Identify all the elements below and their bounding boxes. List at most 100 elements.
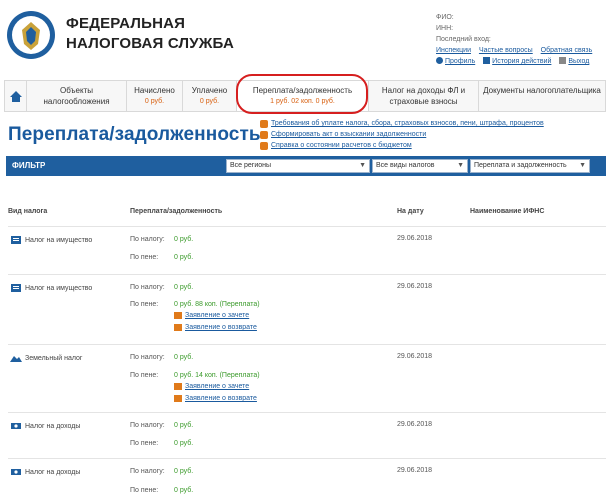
profile-link[interactable]: Профиль (445, 58, 475, 65)
tab-objects[interactable]: Объекты налогообложения (27, 81, 127, 111)
balance-date: 29.06.2018 (397, 235, 433, 242)
chevron-down-icon: ▼ (457, 162, 464, 169)
tax-value: 0 руб. (174, 236, 194, 243)
tab-objects-label: Объекты налогообложения (43, 86, 110, 106)
tab-paid-value: 0 руб. (199, 98, 220, 105)
brand-line-2: НАЛОГОВАЯ СЛУЖБА (66, 35, 234, 52)
tab-overpayment-value: 1 руб. 02 коп. 0 руб. (270, 98, 335, 105)
income-icon (11, 423, 21, 429)
refund-action[interactable]: Заявление о возврате (174, 395, 257, 402)
tax-name: Налог на имущество (25, 236, 93, 244)
tax-value: 0 руб. (174, 468, 194, 475)
tab-charged[interactable]: Начислено 0 руб. (127, 81, 183, 111)
tax-type-select-value: Все виды налогов (376, 162, 435, 169)
table-header: Вид налога Переплата/задолженность На да… (0, 208, 610, 220)
user-info: ФИО: ИНН: Последний вход: Инспекции Част… (436, 12, 606, 67)
filter-bar: ФИЛЬТР Все регионы ▼ Все виды налогов ▼ … (6, 156, 606, 176)
tax-label: По налогу: (130, 236, 165, 243)
tab-charged-value: 0 руб. (144, 98, 165, 105)
history-link[interactable]: История действий (492, 58, 551, 65)
table-row: Налог на доходы 29.06.2018 По налогу: 0 р… (8, 412, 606, 456)
offset-icon (174, 312, 182, 319)
feedback-link[interactable]: Обратная связь (541, 47, 593, 54)
property-icon (11, 236, 21, 244)
tax-label: По налогу: (130, 354, 165, 361)
property-icon (11, 284, 21, 292)
offset-action-label: Заявление о зачете (185, 312, 250, 319)
balance-type-select[interactable]: Переплата и задолженность ▼ (470, 159, 590, 173)
page-title: Переплата/задолженность (8, 124, 261, 145)
requirements-link[interactable]: Требования об уплате налога, сбора, стра… (271, 118, 544, 129)
fio-label: ФИО: (436, 14, 454, 21)
inspections-link[interactable]: Инспекции (436, 47, 471, 54)
penalty-label: По пене: (130, 301, 159, 308)
chevron-down-icon: ▼ (359, 162, 366, 169)
penalty-value: 0 руб. (174, 440, 194, 447)
tax-type-select[interactable]: Все виды налогов ▼ (372, 159, 468, 173)
offset-action[interactable]: Заявление о зачете (174, 312, 249, 319)
offset-icon (174, 383, 182, 390)
tab-paid-label: Уплачено (191, 86, 228, 95)
tax-name: Налог на доходы (25, 468, 81, 476)
table-row: Налог на доходы 29.06.2018 По налогу: 0 р… (8, 458, 606, 500)
penalty-label: По пене: (130, 254, 159, 261)
tab-overpayment[interactable]: Переплата/задолженность 1 руб. 02 коп. 0… (237, 81, 369, 111)
fns-emblem-icon[interactable] (6, 8, 56, 62)
last-login-label: Последний вход: (436, 36, 491, 43)
tab-overpayment-label: Переплата/задолженность (252, 86, 353, 95)
brand-title[interactable]: ФЕДЕРАЛЬНАЯ НАЛОГОВАЯ СЛУЖБА (66, 14, 234, 54)
table-row: Земельный налог 29.06.2018 По налогу: 0 р… (8, 344, 606, 408)
balance-date: 29.06.2018 (397, 421, 433, 428)
land-icon (10, 356, 22, 362)
refund-action[interactable]: Заявление о возврате (174, 324, 257, 331)
refund-icon (174, 324, 182, 331)
region-select-value: Все регионы (230, 162, 272, 169)
tax-value: 0 руб. (174, 284, 194, 291)
site-header: ФЕДЕРАЛЬНАЯ НАЛОГОВАЯ СЛУЖБА ФИО: ИНН: П… (0, 0, 610, 76)
balance-date: 29.06.2018 (397, 467, 433, 474)
refund-action-label: Заявление о возврате (185, 324, 257, 331)
tab-income-tax[interactable]: Налог на доходы ФЛ и страховые взносы (369, 81, 479, 111)
income-icon (11, 469, 21, 475)
penalty-value: 0 руб. (174, 254, 194, 261)
tab-documents[interactable]: Документы налогоплательщика (479, 81, 605, 111)
tab-income-tax-label: Налог на доходы ФЛ и страховые взносы (381, 86, 466, 106)
penalty-label: По пене: (130, 372, 159, 379)
offset-action[interactable]: Заявление о зачете (174, 383, 249, 390)
col-balance: Переплата/задолженность (130, 208, 223, 215)
profile-icon (436, 57, 443, 64)
tax-value: 0 руб. (174, 422, 194, 429)
faq-link[interactable]: Частые вопросы (479, 47, 533, 54)
certificate-icon (260, 141, 268, 150)
history-icon (483, 57, 491, 64)
refund-icon (174, 395, 182, 402)
col-ifns: Наименование ИФНС (470, 208, 545, 215)
tab-paid[interactable]: Уплачено 0 руб. (183, 81, 237, 111)
penalty-label: По пене: (130, 440, 159, 447)
balance-type-select-value: Переплата и задолженность (474, 162, 567, 169)
logout-icon (559, 57, 567, 64)
tab-documents-label: Документы налогоплательщика (483, 86, 601, 95)
certificate-link[interactable]: Справка о состоянии расчетов с бюджетом (271, 140, 412, 151)
tab-charged-label: Начислено (134, 86, 175, 95)
tax-name: Налог на доходы (25, 422, 81, 430)
col-date: На дату (397, 208, 424, 215)
act-link[interactable]: Сформировать акт о взыскании задолженнос… (271, 129, 426, 140)
tax-name: Земельный налог (25, 354, 83, 362)
refund-action-label: Заявление о возврате (185, 395, 257, 402)
penalty-value: 0 руб. (174, 487, 194, 494)
requirements-icon (260, 119, 268, 128)
tab-home[interactable] (5, 81, 27, 111)
col-tax-type: Вид налога (8, 208, 48, 215)
balance-date: 29.06.2018 (397, 353, 433, 360)
filter-title: ФИЛЬТР (12, 161, 46, 170)
info-links: Требования об уплате налога, сбора, стра… (260, 118, 608, 151)
brand-line-1: ФЕДЕРАЛЬНАЯ (66, 15, 186, 32)
table-row: Налог на имущество 29.06.2018 По налогу:… (8, 226, 606, 270)
tax-name: Налог на имущество (25, 284, 93, 292)
penalty-label: По пене: (130, 487, 159, 494)
balance-date: 29.06.2018 (397, 283, 433, 290)
logout-link[interactable]: Выход (568, 58, 589, 65)
region-select[interactable]: Все регионы ▼ (226, 159, 370, 173)
home-icon (9, 90, 22, 102)
